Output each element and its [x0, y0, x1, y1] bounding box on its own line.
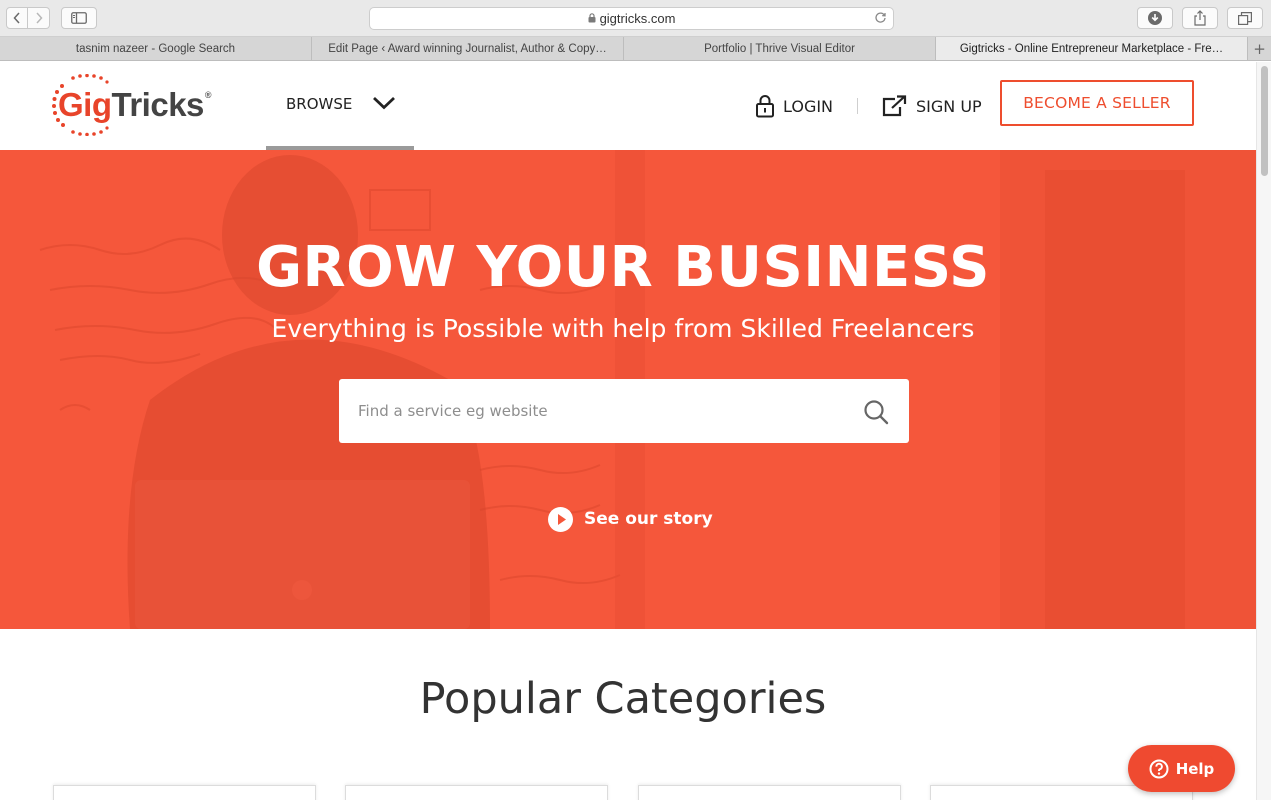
login-link[interactable]: LOGIN — [755, 92, 833, 120]
help-button[interactable]: Help — [1128, 745, 1235, 792]
gigtricks-logo[interactable]: GigTricks® — [52, 74, 242, 136]
help-label: Help — [1175, 759, 1215, 778]
share-button[interactable] — [1182, 7, 1218, 29]
forward-button[interactable] — [28, 7, 50, 29]
see-our-story-link[interactable]: See our story — [548, 506, 713, 532]
category-card[interactable] — [53, 785, 316, 800]
web-page: GigTricks® BROWSE LOGIN SIGN UP BECOME A… — [0, 62, 1256, 800]
hero-section: GROW YOUR BUSINESS Everything is Possibl… — [0, 150, 1256, 629]
site-header: GigTricks® BROWSE LOGIN SIGN UP BECOME A… — [0, 62, 1256, 150]
show-tabs-button[interactable] — [1227, 7, 1263, 29]
padlock-icon — [755, 94, 775, 118]
header-divider — [857, 98, 858, 114]
search-button[interactable] — [860, 396, 892, 428]
hero-title: GROW YOUR BUSINESS — [256, 235, 990, 300]
signup-link[interactable]: SIGN UP — [882, 92, 982, 120]
browse-menu[interactable]: BROWSE — [266, 62, 414, 150]
signup-label: SIGN UP — [916, 96, 982, 116]
download-icon — [1148, 11, 1162, 25]
search-icon — [864, 400, 889, 425]
become-seller-button[interactable]: BECOME A SELLER — [1000, 80, 1194, 126]
browser-toolbar: gigtricks.com — [0, 0, 1271, 37]
logo-registered: ® — [204, 90, 212, 100]
service-search-input[interactable] — [339, 379, 839, 443]
tab-edit-page[interactable]: Edit Page ‹ Award winning Journalist, Au… — [312, 37, 624, 60]
category-card[interactable] — [345, 785, 608, 800]
new-tab-button[interactable]: + — [1248, 37, 1271, 60]
scrollbar-thumb[interactable] — [1261, 66, 1268, 176]
tab-portfolio[interactable]: Portfolio | Thrive Visual Editor — [624, 37, 936, 60]
share-icon — [1194, 10, 1206, 26]
chevron-left-icon — [13, 12, 20, 24]
chevron-down-icon — [373, 96, 395, 110]
history-nav — [6, 7, 50, 29]
tab-gigtricks[interactable]: Gigtricks - Online Entrepreneur Marketpl… — [936, 37, 1248, 60]
logo-wordmark: GigTricks® — [58, 86, 212, 124]
sidebar-icon — [71, 12, 87, 24]
logo-tricks: Tricks — [111, 86, 205, 123]
address-url: gigtricks.com — [599, 11, 676, 26]
tab-google-search[interactable]: tasnim nazeer - Google Search — [0, 37, 312, 60]
downloads-button[interactable] — [1137, 7, 1173, 29]
question-icon — [1149, 759, 1169, 779]
story-label: See our story — [584, 509, 713, 529]
hero-subtitle: Everything is Possible with help from Sk… — [271, 314, 975, 343]
tab-bar: tasnim nazeer - Google Search Edit Page … — [0, 37, 1271, 61]
logo-gig: Gig — [58, 86, 112, 123]
sidebar-toggle-button[interactable] — [61, 7, 97, 29]
category-card[interactable] — [638, 785, 901, 800]
login-label: LOGIN — [783, 96, 834, 116]
browse-label: BROWSE — [286, 95, 353, 113]
tabs-icon — [1238, 11, 1252, 25]
lock-icon — [588, 12, 596, 25]
play-icon — [548, 506, 573, 532]
popular-categories-title: Popular Categories — [419, 674, 827, 724]
external-link-icon — [882, 95, 908, 117]
reload-icon[interactable] — [874, 11, 887, 27]
page-scrollbar[interactable] — [1256, 62, 1271, 800]
address-bar[interactable]: gigtricks.com — [369, 7, 894, 30]
service-search — [339, 379, 909, 443]
chevron-right-icon — [35, 12, 43, 24]
back-button[interactable] — [6, 7, 28, 29]
